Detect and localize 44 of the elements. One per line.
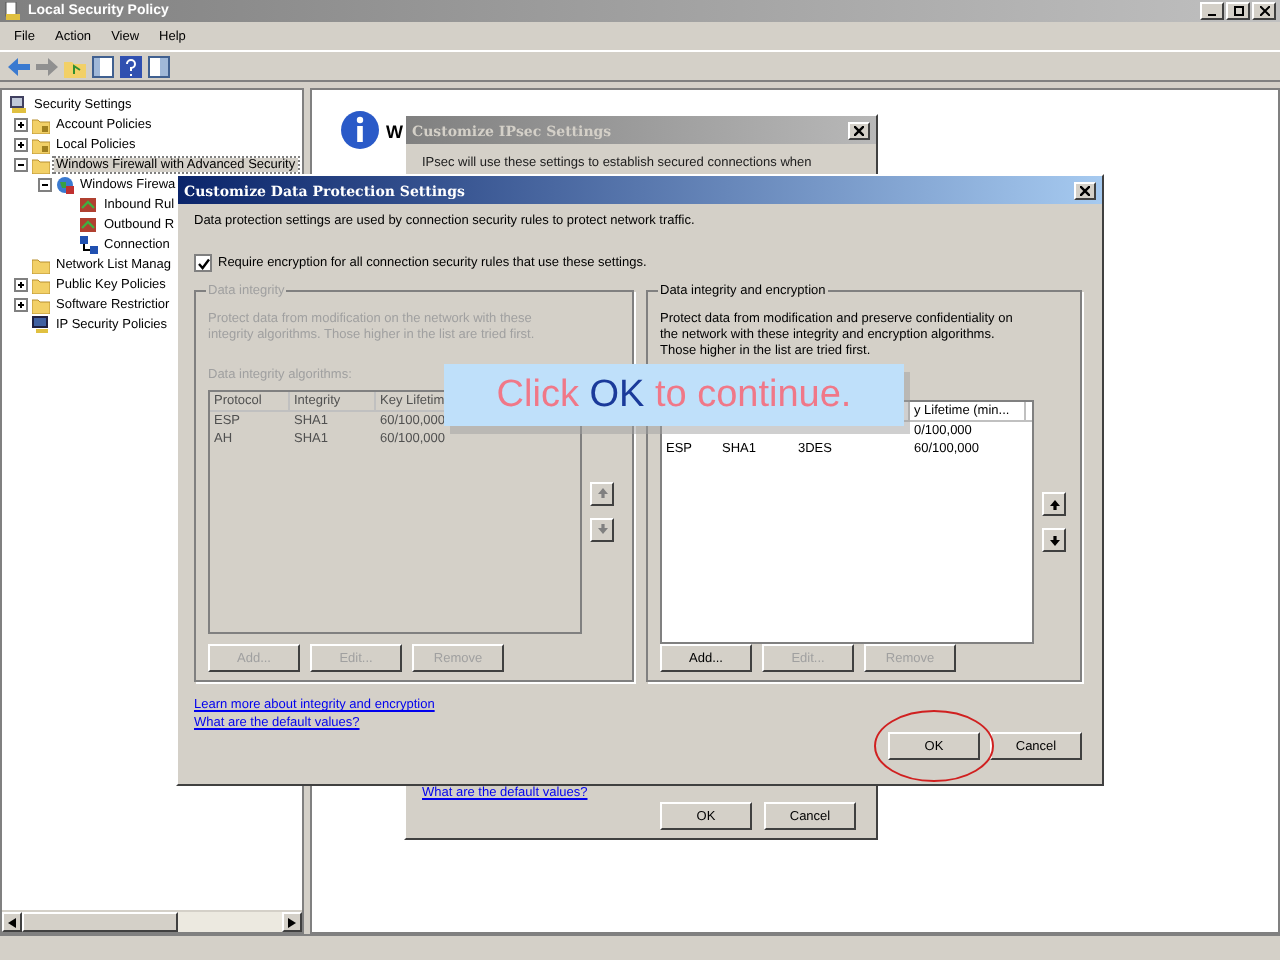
- panel-icon[interactable]: [92, 55, 114, 77]
- scroll-right-button[interactable]: [282, 912, 302, 932]
- highlight-ellipse: [874, 710, 994, 782]
- up-arrow-icon: [1049, 499, 1059, 509]
- instruction-banner: Click OK to continue.: [444, 364, 904, 426]
- checkbox[interactable]: [194, 254, 212, 272]
- globe-icon: [56, 175, 74, 193]
- computer-icon: [32, 315, 50, 333]
- close-icon: [1080, 185, 1090, 195]
- folder-icon: [32, 155, 50, 173]
- computer-icon: [10, 95, 28, 113]
- collapse-icon[interactable]: [38, 177, 52, 191]
- info-icon: [340, 110, 380, 150]
- collapse-icon[interactable]: [14, 157, 28, 171]
- expand-icon[interactable]: [14, 117, 28, 131]
- close-icon: [1259, 6, 1269, 16]
- maximize-icon: [1233, 6, 1243, 16]
- expand-icon[interactable]: [14, 297, 28, 311]
- connection-icon: [80, 235, 98, 253]
- panel-icon[interactable]: [148, 55, 170, 77]
- app-icon: [4, 2, 22, 20]
- horizontal-scrollbar[interactable]: [2, 910, 302, 932]
- help-icon[interactable]: [120, 55, 142, 77]
- heading: W: [386, 122, 403, 142]
- left-arrow-icon: [8, 917, 16, 927]
- locked-folder-icon: [32, 115, 50, 133]
- close-icon: [854, 125, 864, 135]
- up-arrow-icon: [597, 488, 607, 499]
- back-icon[interactable]: [8, 55, 30, 77]
- right-arrow-icon: [288, 917, 296, 927]
- move-up-button[interactable]: [1042, 492, 1066, 516]
- scroll-left-button[interactable]: [2, 912, 22, 932]
- close-button[interactable]: [1252, 2, 1276, 20]
- close-button[interactable]: [1074, 181, 1096, 199]
- down-arrow-icon: [1049, 535, 1059, 545]
- move-down-button[interactable]: [1042, 528, 1066, 552]
- down-arrow-icon: [597, 524, 607, 535]
- expand-icon[interactable]: [14, 277, 28, 291]
- maximize-button[interactable]: [1226, 2, 1250, 20]
- rule-icon: [80, 215, 98, 233]
- rule-icon: [80, 195, 98, 213]
- minimize-button[interactable]: [1200, 2, 1224, 20]
- expand-icon[interactable]: [14, 137, 28, 151]
- locked-folder-icon: [32, 135, 50, 153]
